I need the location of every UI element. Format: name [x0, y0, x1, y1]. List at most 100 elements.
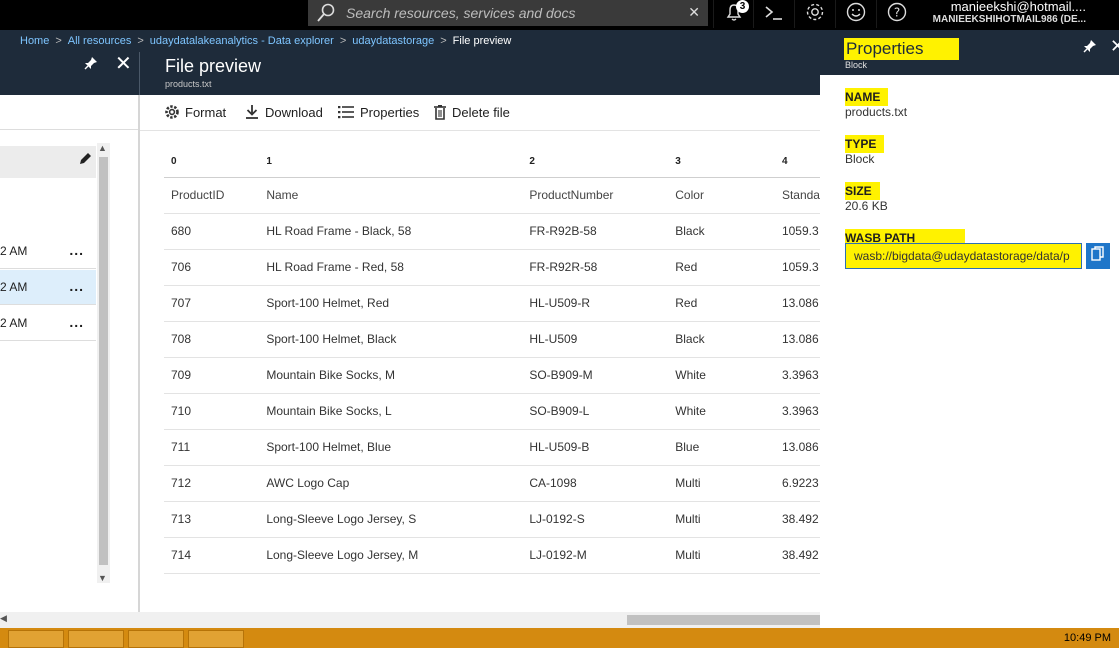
table-cell: Multi — [668, 465, 775, 502]
more-options-icon[interactable]: ... — [69, 242, 84, 258]
table-cell: 13.086 — [774, 429, 820, 466]
horizontal-scrollbar[interactable]: ◀ — [0, 612, 820, 628]
close-blade-icon[interactable]: ✕ — [115, 54, 132, 74]
vertical-scrollbar[interactable]: ▲ ▼ — [97, 143, 110, 583]
table-cell: 713 — [164, 501, 260, 538]
scrollbar-thumb[interactable] — [99, 157, 108, 565]
breadcrumb-data-explorer[interactable]: udaydatalakeanalytics - Data explorer — [150, 35, 334, 47]
download-label: Download — [265, 104, 323, 120]
file-preview-blade: Format Download Properties Delete file 0… — [140, 95, 820, 612]
help-button[interactable]: ? — [876, 0, 916, 28]
table-row: 711 Sport-100 Helmet, Blue HL-U509-B Blu… — [164, 429, 820, 466]
table-cell: White — [668, 393, 775, 430]
scroll-up-arrow-icon[interactable]: ▲ — [98, 143, 107, 153]
delete-file-label: Delete file — [452, 104, 510, 120]
more-options-icon[interactable]: ... — [69, 314, 84, 330]
table-cell: Mountain Bike Socks, L — [259, 393, 523, 430]
table-cell: FR-R92R-58 — [522, 249, 669, 286]
app-taskbar-icon[interactable] — [188, 630, 244, 648]
breadcrumb-separator: > — [137, 35, 144, 47]
list-item[interactable]: 2 AM ... — [0, 306, 96, 341]
pin-blade-icon[interactable] — [1083, 39, 1097, 56]
table-cell: 706 — [164, 249, 260, 286]
clear-search-icon[interactable]: ✕ — [688, 4, 700, 21]
table-row: 708 Sport-100 Helmet, Black HL-U509 Blac… — [164, 321, 820, 358]
table-cell: Blue — [668, 429, 775, 466]
table-cell: HL Road Frame - Red, 58 — [259, 249, 523, 286]
breadcrumb-separator: > — [55, 35, 62, 47]
pin-blade-icon[interactable] — [84, 56, 98, 73]
wasb-path-field[interactable]: wasb://bigdata@udaydatastorage/data/p — [845, 243, 1082, 269]
search-input[interactable]: Search resources, services and docs — [346, 5, 576, 21]
table-cell: 710 — [164, 393, 260, 430]
explorer-list-header — [0, 146, 96, 178]
breadcrumb-separator: > — [440, 35, 447, 47]
more-options-icon[interactable]: ... — [69, 278, 84, 294]
table-cell: 3.3963 — [774, 357, 820, 394]
explorer-blade: 2 AM ... 2 AM ... 2 AM ... ▲ ▼ — [0, 95, 138, 612]
list-item-selected[interactable]: 2 AM ... — [0, 270, 96, 305]
edit-pencil-icon[interactable] — [78, 152, 92, 169]
table-cell: AWC Logo Cap — [259, 465, 523, 502]
account-menu[interactable]: manieekshi@hotmail.... MANIEEKSHIHOTMAIL… — [928, 0, 1118, 30]
breadcrumb-storage[interactable]: udaydatastorage — [352, 35, 434, 47]
feedback-button[interactable] — [835, 0, 875, 28]
app-taskbar-icon[interactable] — [128, 630, 184, 648]
header-cell: ProductNumber — [522, 177, 669, 214]
gear-icon — [164, 104, 180, 120]
table-cell: HL-U509 — [522, 321, 669, 358]
table-cell: 6.9223 — [774, 465, 820, 502]
scrollbar-thumb[interactable] — [627, 615, 820, 625]
column-index: 0 — [164, 147, 260, 178]
table-cell: Black — [668, 213, 775, 250]
header-divider — [139, 52, 140, 95]
scroll-down-arrow-icon[interactable]: ▼ — [98, 573, 107, 583]
format-button[interactable]: Format — [164, 104, 226, 120]
table-cell: 13.086 — [774, 285, 820, 322]
table-cell: Red — [668, 285, 775, 322]
table-cell: HL-U509-B — [522, 429, 669, 466]
table-cell: 708 — [164, 321, 260, 358]
top-bar: Search resources, services and docs ✕ 3 — [0, 0, 1119, 30]
settings-button[interactable] — [794, 0, 834, 28]
breadcrumb-all-resources[interactable]: All resources — [68, 35, 132, 47]
search-icon — [316, 2, 340, 24]
table-cell: LJ-0192-S — [522, 501, 669, 538]
properties-blade: Properties Block ✕ NAME products.txt TYP… — [820, 30, 1119, 628]
system-clock: 10:49 PM — [1063, 632, 1111, 644]
list-item[interactable]: 2 AM ... — [0, 234, 96, 269]
size-value: 20.6 KB — [845, 199, 888, 213]
table-cell: 38.492 — [774, 501, 820, 538]
name-label: NAME — [845, 88, 889, 106]
breadcrumb-home[interactable]: Home — [20, 35, 49, 47]
delete-file-button[interactable]: Delete file — [433, 104, 510, 120]
table-cell: White — [668, 357, 775, 394]
table-cell: Long-Sleeve Logo Jersey, M — [259, 537, 523, 574]
download-icon — [244, 104, 260, 120]
table-cell: 1059.3 — [774, 249, 820, 286]
table-cell: Sport-100 Helmet, Blue — [259, 429, 523, 466]
table-cell: HL-U509-R — [522, 285, 669, 322]
table-cell: Multi — [668, 501, 775, 538]
table-cell: HL Road Frame - Black, 58 — [259, 213, 523, 250]
windows-taskbar: 10:49 PM — [0, 628, 1119, 648]
table-cell: 709 — [164, 357, 260, 394]
search-box[interactable]: Search resources, services and docs ✕ — [308, 0, 708, 26]
notifications-button[interactable]: 3 — [713, 0, 753, 28]
size-label: SIZE — [845, 182, 880, 200]
chrome-taskbar-icon[interactable] — [68, 630, 124, 648]
excel-taskbar-icon[interactable] — [8, 630, 64, 648]
download-button[interactable]: Download — [244, 104, 323, 120]
close-blade-icon[interactable]: ✕ — [1110, 36, 1119, 57]
table-row: 714 Long-Sleeve Logo Jersey, M LJ-0192-M… — [164, 537, 820, 574]
table-row: 710 Mountain Bike Socks, L SO-B909-L Whi… — [164, 393, 820, 430]
copy-to-clipboard-button[interactable] — [1086, 243, 1110, 269]
cloud-shell-button[interactable] — [753, 0, 793, 28]
column-index: 3 — [668, 147, 775, 178]
column-index: 2 — [522, 147, 669, 178]
properties-button[interactable]: Properties — [337, 104, 419, 120]
scroll-left-arrow-icon[interactable]: ◀ — [0, 613, 7, 624]
breadcrumb-current: File preview — [452, 35, 512, 47]
column-index: 4 — [774, 147, 820, 178]
column-index-row: 0 1 2 3 4 — [164, 147, 820, 178]
